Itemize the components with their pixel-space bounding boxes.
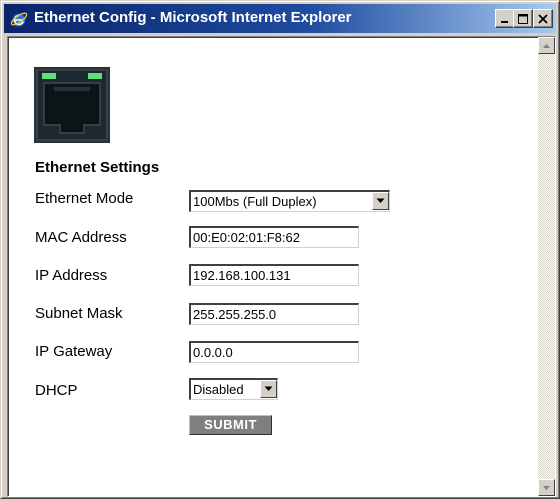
subnet-mask-field[interactable] <box>189 303 359 325</box>
ethernet-port-icon <box>34 67 110 143</box>
maximize-icon <box>518 13 528 24</box>
minimize-icon <box>501 20 508 23</box>
minimize-button[interactable] <box>495 9 515 28</box>
page-content: Ethernet Settings Ethernet Mode 100Mbs (… <box>7 36 556 497</box>
internet-explorer-icon[interactable] <box>10 10 28 28</box>
subnet-mask-label: Subnet Mask <box>35 305 123 322</box>
browser-window: Ethernet Config - Microsoft Internet Exp… <box>0 0 560 499</box>
maximize-button[interactable] <box>513 9 533 28</box>
chevron-down-icon <box>264 386 273 391</box>
title-bar[interactable]: Ethernet Config - Microsoft Internet Exp… <box>4 4 556 33</box>
section-title: Ethernet Settings <box>35 159 160 176</box>
dhcp-label: DHCP <box>35 382 78 399</box>
scroll-down-button[interactable] <box>538 479 555 496</box>
ethernet-mode-value: 100Mbs (Full Duplex) <box>193 194 317 209</box>
ethernet-mode-select[interactable]: 100Mbs (Full Duplex) <box>189 190 390 212</box>
dropdown-button[interactable] <box>372 192 389 210</box>
ip-address-field[interactable] <box>189 264 359 286</box>
close-button[interactable] <box>533 9 553 28</box>
scroll-down-arrow-icon <box>543 485 550 490</box>
ethernet-mode-label: Ethernet Mode <box>35 190 134 207</box>
close-icon <box>538 13 548 24</box>
window-title: Ethernet Config - Microsoft Internet Exp… <box>34 9 352 26</box>
ip-address-label: IP Address <box>35 267 108 284</box>
chevron-down-icon <box>376 198 385 203</box>
mac-address-field[interactable] <box>189 226 359 248</box>
vertical-scrollbar[interactable] <box>538 37 555 496</box>
dhcp-select[interactable]: Disabled <box>189 378 278 400</box>
submit-button[interactable]: SUBMIT <box>189 415 272 435</box>
ip-gateway-field[interactable] <box>189 341 359 363</box>
scroll-up-arrow-icon <box>543 43 550 48</box>
dropdown-button[interactable] <box>260 380 277 398</box>
mac-address-label: MAC Address <box>35 229 127 246</box>
dhcp-value: Disabled <box>193 382 244 397</box>
scroll-up-button[interactable] <box>538 37 555 54</box>
ip-gateway-label: IP Gateway <box>35 343 113 360</box>
